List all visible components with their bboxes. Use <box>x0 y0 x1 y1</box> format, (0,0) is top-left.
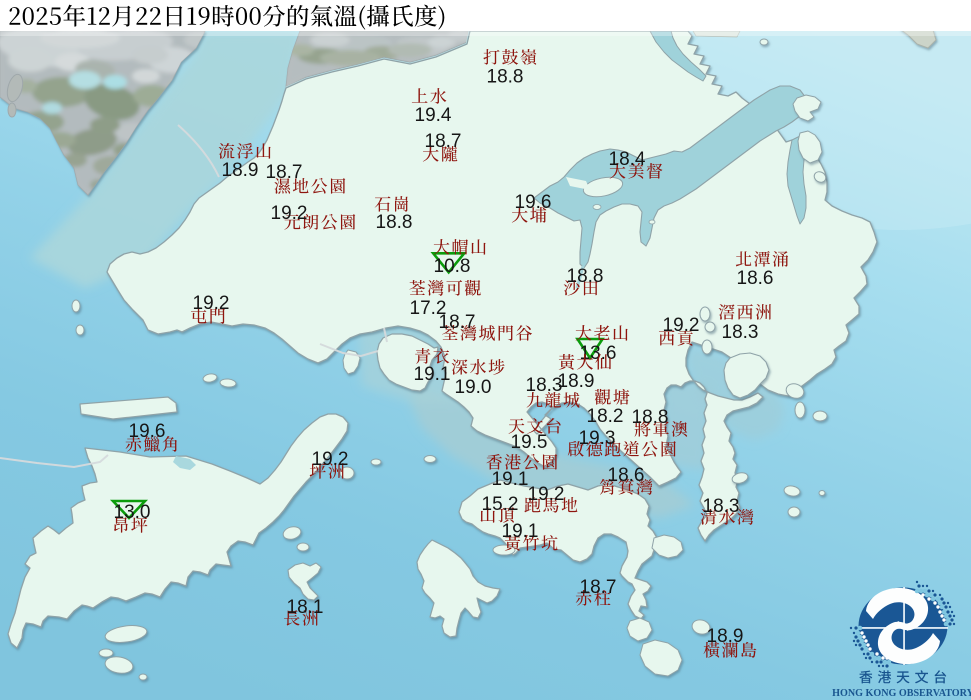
svg-text:18.7: 18.7 <box>425 131 462 152</box>
svg-text:19.2: 19.2 <box>528 484 565 505</box>
svg-text:15.2: 15.2 <box>482 494 519 515</box>
svg-text:19.2: 19.2 <box>663 315 700 336</box>
svg-text:HONG KONG OBSERVATORY: HONG KONG OBSERVATORY <box>832 688 971 699</box>
svg-text:18.7: 18.7 <box>266 162 303 183</box>
svg-text:18.9: 18.9 <box>707 626 744 647</box>
svg-text:18.6: 18.6 <box>608 465 645 486</box>
svg-text:18.3: 18.3 <box>703 496 740 517</box>
svg-text:19.1: 19.1 <box>502 521 539 542</box>
svg-text:19.3: 19.3 <box>579 428 616 449</box>
svg-text:18.8: 18.8 <box>487 67 524 88</box>
svg-text:19.6: 19.6 <box>129 421 166 442</box>
svg-text:19.1: 19.1 <box>414 364 451 385</box>
svg-text:18.8: 18.8 <box>376 212 413 233</box>
svg-text:18.2: 18.2 <box>587 406 624 427</box>
svg-text:19.2: 19.2 <box>312 449 349 470</box>
svg-text:19.2: 19.2 <box>193 293 230 314</box>
svg-text:18.8: 18.8 <box>567 266 604 287</box>
svg-text:18.9: 18.9 <box>222 160 259 181</box>
svg-text:18.7: 18.7 <box>439 312 476 333</box>
svg-text:18.7: 18.7 <box>580 577 617 598</box>
svg-text:19.4: 19.4 <box>415 105 452 126</box>
svg-text:19.5: 19.5 <box>511 432 548 453</box>
svg-text:18.1: 18.1 <box>287 597 324 618</box>
svg-text:19.6: 19.6 <box>515 192 552 213</box>
svg-text:18.9: 18.9 <box>558 371 595 392</box>
svg-text:13.0: 13.0 <box>114 502 151 523</box>
svg-text:18.6: 18.6 <box>737 268 774 289</box>
svg-text:10.8: 10.8 <box>434 256 471 277</box>
svg-text:18.4: 18.4 <box>609 149 646 170</box>
svg-text:18.3: 18.3 <box>722 322 759 343</box>
svg-text:18.3: 18.3 <box>526 375 563 396</box>
svg-text:19.1: 19.1 <box>492 469 529 490</box>
svg-text:19.2: 19.2 <box>271 203 308 224</box>
svg-text:18.8: 18.8 <box>632 407 669 428</box>
svg-text:19.0: 19.0 <box>455 377 492 398</box>
